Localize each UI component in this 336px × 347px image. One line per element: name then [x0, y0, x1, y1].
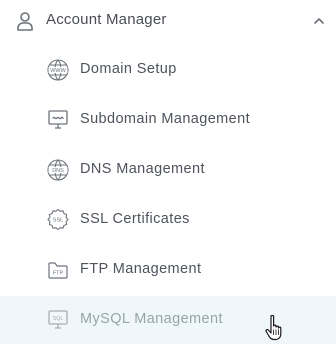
menu-item-ssl-certificates[interactable]: SSL SSL Certificates — [0, 196, 336, 244]
ftp-folder-icon: FTP — [46, 258, 70, 282]
menu-item-subdomain-management[interactable]: Subdomain Management — [0, 96, 336, 144]
account-manager-header[interactable]: Account Manager — [0, 0, 336, 42]
menu-item-domain-setup[interactable]: WWW Domain Setup — [0, 46, 336, 94]
account-manager-title: Account Manager — [46, 11, 167, 28]
menu-item-label: Subdomain Management — [80, 111, 251, 127]
hand-pointer-cursor-icon — [264, 314, 286, 342]
svg-text:SQL: SQL — [52, 316, 63, 322]
monitor-icon — [46, 108, 70, 132]
sql-monitor-icon: SQL — [46, 308, 70, 332]
menu-item-label: FTP Management — [80, 261, 202, 277]
menu-item-label: MySQL Management — [80, 311, 223, 327]
menu-item-dns-management[interactable]: DNS DNS Management — [0, 146, 336, 194]
account-manager-menu: Account Manager WWW Domain Setup Subdoma… — [0, 0, 336, 347]
www-globe-icon: WWW — [46, 58, 70, 82]
menu-item-label: SSL Certificates — [80, 211, 190, 227]
svg-text:SSL: SSL — [53, 218, 63, 224]
svg-text:DNS: DNS — [52, 168, 64, 174]
menu-item-label: Domain Setup — [80, 61, 177, 77]
menu-item-ftp-management[interactable]: FTP FTP Management — [0, 246, 336, 294]
svg-text:WWW: WWW — [50, 68, 66, 74]
dns-globe-icon: DNS — [46, 158, 70, 182]
user-icon — [14, 10, 36, 32]
svg-text:FTP: FTP — [53, 271, 64, 277]
menu-item-label: DNS Management — [80, 161, 205, 177]
chevron-up-icon[interactable] — [312, 14, 326, 28]
ssl-badge-icon: SSL — [46, 208, 70, 232]
